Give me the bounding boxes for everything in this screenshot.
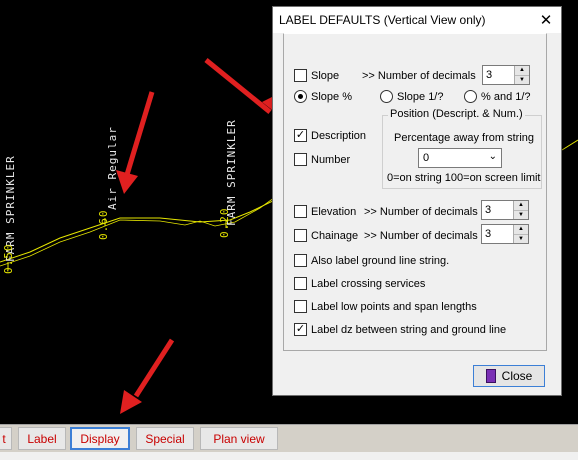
ground-line — [0, 175, 301, 267]
close-button[interactable]: Close — [473, 365, 545, 387]
low-points-checkbox[interactable]: Label low points and span lengths — [294, 300, 477, 313]
number-checkbox[interactable]: Number — [294, 153, 350, 166]
checkbox-box — [294, 69, 307, 82]
options-panel: Slope >> Number of decimals 3 ▲ ▼ Slope %… — [283, 33, 547, 351]
checkbox-box — [294, 205, 307, 218]
elevation-decimals-stepper[interactable]: 3 ▲ ▼ — [481, 200, 529, 220]
annotation-arrow — [116, 91, 155, 194]
chainage-decimals-label: >> Number of decimals — [364, 230, 478, 242]
checkmark-icon: ✓ — [294, 323, 307, 336]
slope-checkbox[interactable]: Slope — [294, 69, 339, 82]
radio-icon — [380, 90, 393, 103]
spin-up-icon[interactable]: ▲ — [515, 66, 529, 75]
checkbox-box — [294, 254, 307, 267]
elevation-decimals-label: >> Number of decimals — [364, 206, 478, 218]
checkbox-box — [294, 277, 307, 290]
description-checkbox[interactable]: ✓ Description — [294, 129, 366, 142]
position-group-title: Position (Descript. & Num.) — [388, 108, 525, 120]
radio-slope-ratio[interactable]: Slope 1/? — [380, 90, 443, 103]
dialog-title: LABEL DEFAULTS (Vertical View only) — [273, 7, 561, 33]
radio-percent-and-ratio[interactable]: % and 1/? — [464, 90, 531, 103]
tab-special[interactable]: Special — [136, 427, 194, 450]
label-defaults-dialog: LABEL DEFAULTS (Vertical View only) ✕ Sl… — [272, 6, 562, 396]
door-icon — [485, 369, 496, 383]
chainage-checkbox[interactable]: Chainage — [294, 229, 358, 242]
dz-label: 0.60 — [97, 209, 110, 241]
bottom-tab-bar: t Label Display Special Plan view — [0, 424, 578, 452]
ground-line-checkbox[interactable]: Also label ground line string. — [294, 254, 449, 267]
tab-partial[interactable]: t — [0, 427, 12, 450]
label-dz-checkbox[interactable]: ✓ Label dz between string and ground lin… — [294, 323, 506, 336]
checkbox-box — [294, 300, 307, 313]
radio-icon — [464, 90, 477, 103]
radio-selected-icon — [294, 90, 307, 103]
checkbox-box — [294, 229, 307, 242]
screen: FARM SPRINKLER Air Regular FARM SPRINKLE… — [0, 0, 578, 460]
tab-label[interactable]: Label — [18, 427, 66, 450]
checkmark-icon: ✓ — [294, 129, 307, 142]
position-caption: Percentage away from string — [394, 132, 535, 144]
spin-down-icon[interactable]: ▼ — [514, 233, 528, 244]
spin-down-icon[interactable]: ▼ — [515, 74, 529, 85]
tab-display[interactable]: Display — [70, 427, 130, 450]
status-bar — [0, 452, 578, 460]
slope-decimals-label: >> Number of decimals — [362, 70, 476, 82]
position-percentage-select[interactable]: 0 ⌄ — [418, 148, 502, 168]
annotation-arrow — [120, 338, 175, 414]
tab-plan-view[interactable]: Plan view — [200, 427, 278, 450]
spin-up-icon[interactable]: ▲ — [514, 225, 528, 234]
elevation-checkbox[interactable]: Elevation — [294, 205, 356, 218]
position-hint: 0=on string 100=on screen limit — [387, 172, 541, 184]
crossing-services-checkbox[interactable]: Label crossing services — [294, 277, 425, 290]
chevron-down-icon: ⌄ — [488, 151, 497, 162]
dz-label: 0.20 — [218, 207, 231, 239]
chainage-decimals-stepper[interactable]: 3 ▲ ▼ — [481, 224, 529, 244]
radio-slope-percent[interactable]: Slope % — [294, 90, 352, 103]
spin-down-icon[interactable]: ▼ — [514, 209, 528, 220]
dz-label: 0.50 — [2, 243, 15, 275]
string-label: Air Regular — [106, 126, 119, 210]
spin-up-icon[interactable]: ▲ — [514, 201, 528, 210]
checkbox-box — [294, 153, 307, 166]
close-icon[interactable]: ✕ — [531, 7, 561, 33]
profile-line-right — [561, 139, 578, 151]
slope-decimals-stepper[interactable]: 3 ▲ ▼ — [482, 65, 530, 85]
